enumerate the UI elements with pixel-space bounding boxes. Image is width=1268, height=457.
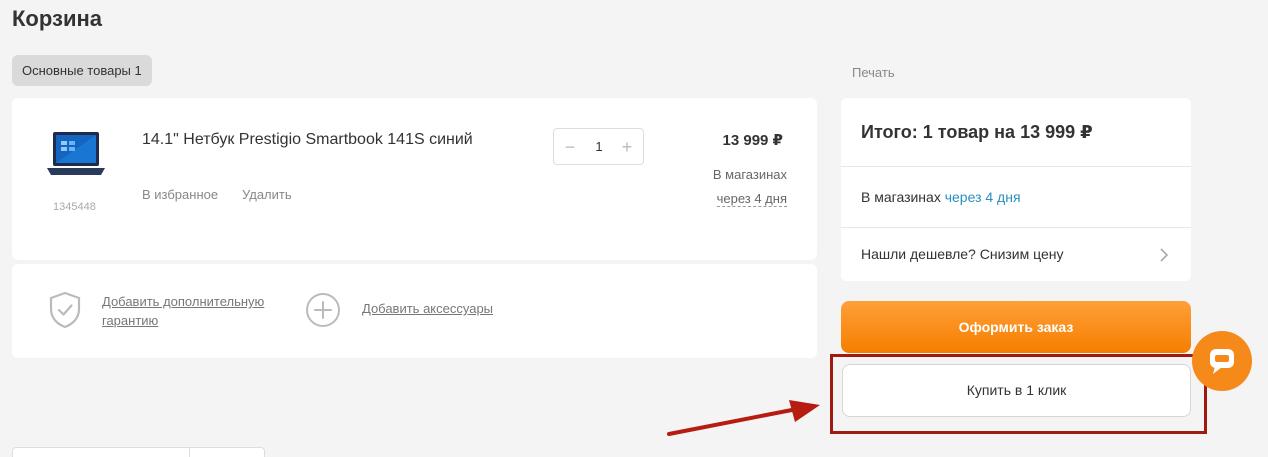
availability-label: В магазинах [712,167,787,182]
summary-divider [841,166,1191,167]
extras-card: Добавить дополнительную гарантию Добавит… [12,264,817,358]
product-price: 13 999 ₽ [722,132,783,149]
print-link[interactable]: Печать [852,65,895,80]
quantity-minus-button[interactable]: − [560,136,580,158]
found-cheaper-label: Нашли дешевле? Снизим цену [861,246,1064,262]
bottom-tabs [12,447,265,457]
chat-button[interactable] [1192,331,1252,391]
chevron-right-icon [1160,248,1169,262]
chat-bubble-icon [1210,349,1234,374]
annotation-highlight-box [830,354,1207,434]
delete-item-link[interactable]: Удалить [242,187,292,202]
quantity-value[interactable]: 1 [584,139,614,154]
quantity-plus-button[interactable]: + [617,136,637,158]
checkout-button[interactable]: Оформить заказ [841,301,1191,353]
add-to-favorites-link[interactable]: В избранное [142,187,218,202]
plus-circle-icon[interactable] [305,292,341,328]
quantity-stepper: − 1 + [553,128,644,165]
bottom-tab-separator [189,448,190,457]
summary-store-availability: В магазинах через 4 дня [861,189,1021,205]
add-accessories-link[interactable]: Добавить аксессуары [362,301,493,316]
annotation-arrow-icon [667,400,820,436]
product-code: 1345448 [53,201,96,213]
summary-store-label: В магазинах [861,189,945,205]
product-name[interactable]: 14.1" Нетбук Prestigio Smartbook 141S си… [142,131,473,149]
add-guarantee-link[interactable]: Добавить дополнительную гарантию [102,292,277,330]
availability-time-link[interactable]: через 4 дня [716,191,787,207]
summary-total: Итого: 1 товар на 13 999 ₽ [861,122,1093,142]
shield-check-icon[interactable] [48,291,82,329]
found-cheaper-row[interactable]: Нашли дешевле? Снизим цену [841,228,1191,281]
cart-item-card: 1345448 14.1" Нетбук Prestigio Smartbook… [12,98,817,260]
summary-store-time-link[interactable]: через 4 дня [945,189,1021,205]
laptop-icon[interactable] [45,130,107,182]
page-title: Корзина [12,6,102,31]
tab-main-goods[interactable]: Основные товары 1 [12,55,152,86]
order-summary-card: Итого: 1 товар на 13 999 ₽ В магазинах ч… [841,98,1191,281]
